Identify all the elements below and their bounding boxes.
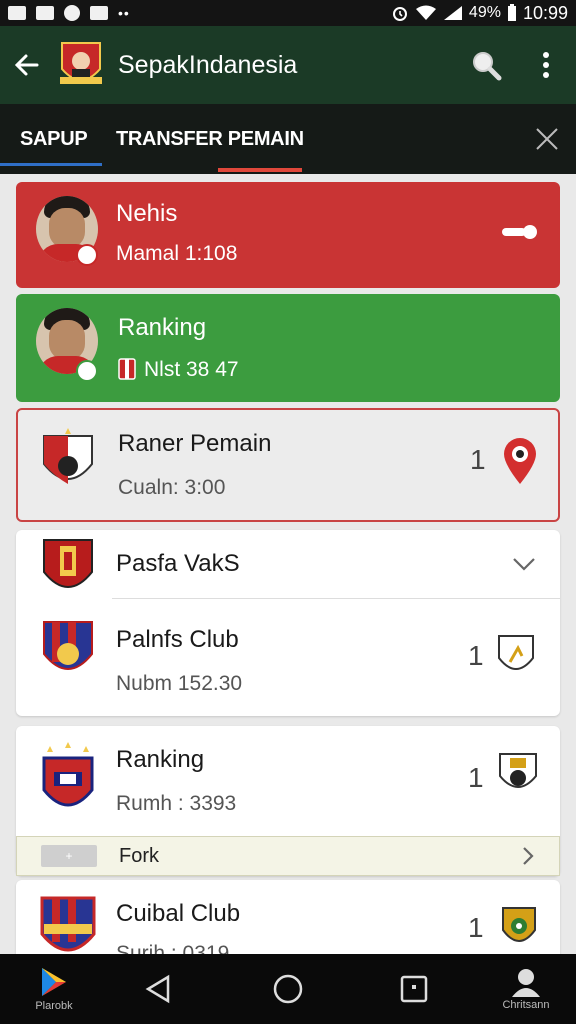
card-subtitle: Surih : 0319 <box>116 942 230 954</box>
tab-bar: SAPUP TRANSFER PEMAIN <box>0 104 576 174</box>
account-button[interactable]: Chritsann <box>486 954 566 1024</box>
list-card-group: Pasfa VakS Palnfs Club Nubm 152.30 1 <box>16 530 560 716</box>
divider <box>112 598 560 599</box>
gmail-icon <box>8 6 26 20</box>
play-store-button[interactable]: Plarobk <box>14 954 94 1024</box>
search-button[interactable] <box>456 26 516 104</box>
list-card-player[interactable]: Nehis Mamal 1:108 <box>16 182 560 288</box>
list-item-pasfa-vaks[interactable]: Pasfa VakS <box>16 530 560 598</box>
app-bar: SepakIndanesia <box>0 26 576 104</box>
recents-nav-button[interactable] <box>374 954 454 1024</box>
list-card-cuibal-club[interactable]: Cuibal Club Surih : 0319 1 <box>16 880 560 954</box>
transfer-list[interactable]: Nehis Mamal 1:108 Ranking Nlst 38 47 Ran… <box>0 174 576 954</box>
fork-label: Fork <box>119 844 159 867</box>
app-title: SepakIndanesia <box>118 50 298 79</box>
battery-text: 49% <box>468 4 501 21</box>
more-options-button[interactable] <box>516 26 576 104</box>
back-arrow-icon <box>14 54 39 76</box>
card-subtitle: Nlst 38 47 <box>144 358 239 381</box>
card-title: Pasfa VakS <box>116 550 240 577</box>
card-title: Nehis <box>116 200 178 227</box>
system-nav-bar: Plarobk Chritsann <box>0 954 576 1024</box>
club-logo <box>58 40 104 90</box>
card-title: Raner Pemain <box>118 430 272 457</box>
close-icon <box>536 128 558 150</box>
card-count: 1 <box>468 640 484 671</box>
club-crest-icon <box>42 742 94 807</box>
card-subtitle: Rumh : 3393 <box>116 792 237 815</box>
card-count: 1 <box>470 444 486 475</box>
shield-icon <box>498 635 534 670</box>
search-icon <box>473 52 502 81</box>
list-item-palnfs-club[interactable]: Palnfs Club Nubm 152.30 1 <box>16 600 560 716</box>
home-circle-icon <box>273 974 303 1004</box>
list-card-raner-pemain[interactable]: Raner Pemain Cualn: 3:00 1 <box>16 408 560 522</box>
card-subtitle: Nubm 152.30 <box>116 672 243 695</box>
status-bar: •• 49% 10:99 <box>0 0 576 26</box>
location-pin-icon <box>504 438 536 484</box>
play-store-icon <box>42 968 66 996</box>
chevron-down-icon[interactable] <box>512 556 536 572</box>
nav-label-right: Chritsann <box>502 999 550 1011</box>
card-title: Ranking <box>116 746 205 773</box>
app-notification-icon <box>90 6 108 20</box>
key-icon <box>502 225 537 239</box>
tab-transfer-pemain[interactable]: TRANSFER PEMAIN <box>102 104 304 174</box>
nav-label-left: Plarobk <box>35 1000 73 1012</box>
fork-row[interactable]: + Fork <box>16 836 560 876</box>
card-title: Palnfs Club <box>116 626 239 653</box>
card-subtitle: Mamal 1:108 <box>116 242 238 265</box>
alarm-icon <box>392 7 407 21</box>
card-count: 1 <box>468 912 484 943</box>
account-icon <box>512 969 540 997</box>
fork-chip: + <box>41 845 97 867</box>
chevron-right-icon <box>523 847 534 865</box>
jersey-icon <box>118 358 136 380</box>
card-title: Cuibal Club <box>116 900 241 927</box>
close-button[interactable] <box>518 104 576 174</box>
card-subtitle: Cualn: 3:00 <box>118 476 226 499</box>
club-crest-icon <box>40 896 96 952</box>
player-badge-icon <box>76 360 98 382</box>
card-count: 1 <box>468 762 484 793</box>
card-title: Ranking <box>118 314 207 341</box>
triangle-back-icon <box>145 974 170 1004</box>
clock: 10:99 <box>522 2 568 23</box>
home-nav-button[interactable] <box>248 954 328 1024</box>
club-crest-icon <box>43 621 93 670</box>
player-badge-icon <box>76 244 98 266</box>
battery-icon <box>507 4 516 21</box>
club-crest-icon <box>43 539 93 588</box>
more-notifications: •• <box>118 5 130 21</box>
more-vert-icon <box>543 52 549 78</box>
team-badge-icon <box>502 907 536 942</box>
tab-sapup[interactable]: SAPUP <box>0 104 102 174</box>
chrome-icon <box>64 5 80 21</box>
club-crest-icon <box>43 428 93 484</box>
team-badge-icon <box>499 753 537 788</box>
signal-icon <box>443 6 462 20</box>
back-button[interactable] <box>0 26 54 104</box>
back-nav-button[interactable] <box>118 954 198 1024</box>
wifi-icon <box>415 5 436 20</box>
image-icon <box>36 6 54 20</box>
list-card-ranking[interactable]: Ranking Nlst 38 47 <box>16 294 560 402</box>
recents-square-icon <box>400 975 428 1003</box>
